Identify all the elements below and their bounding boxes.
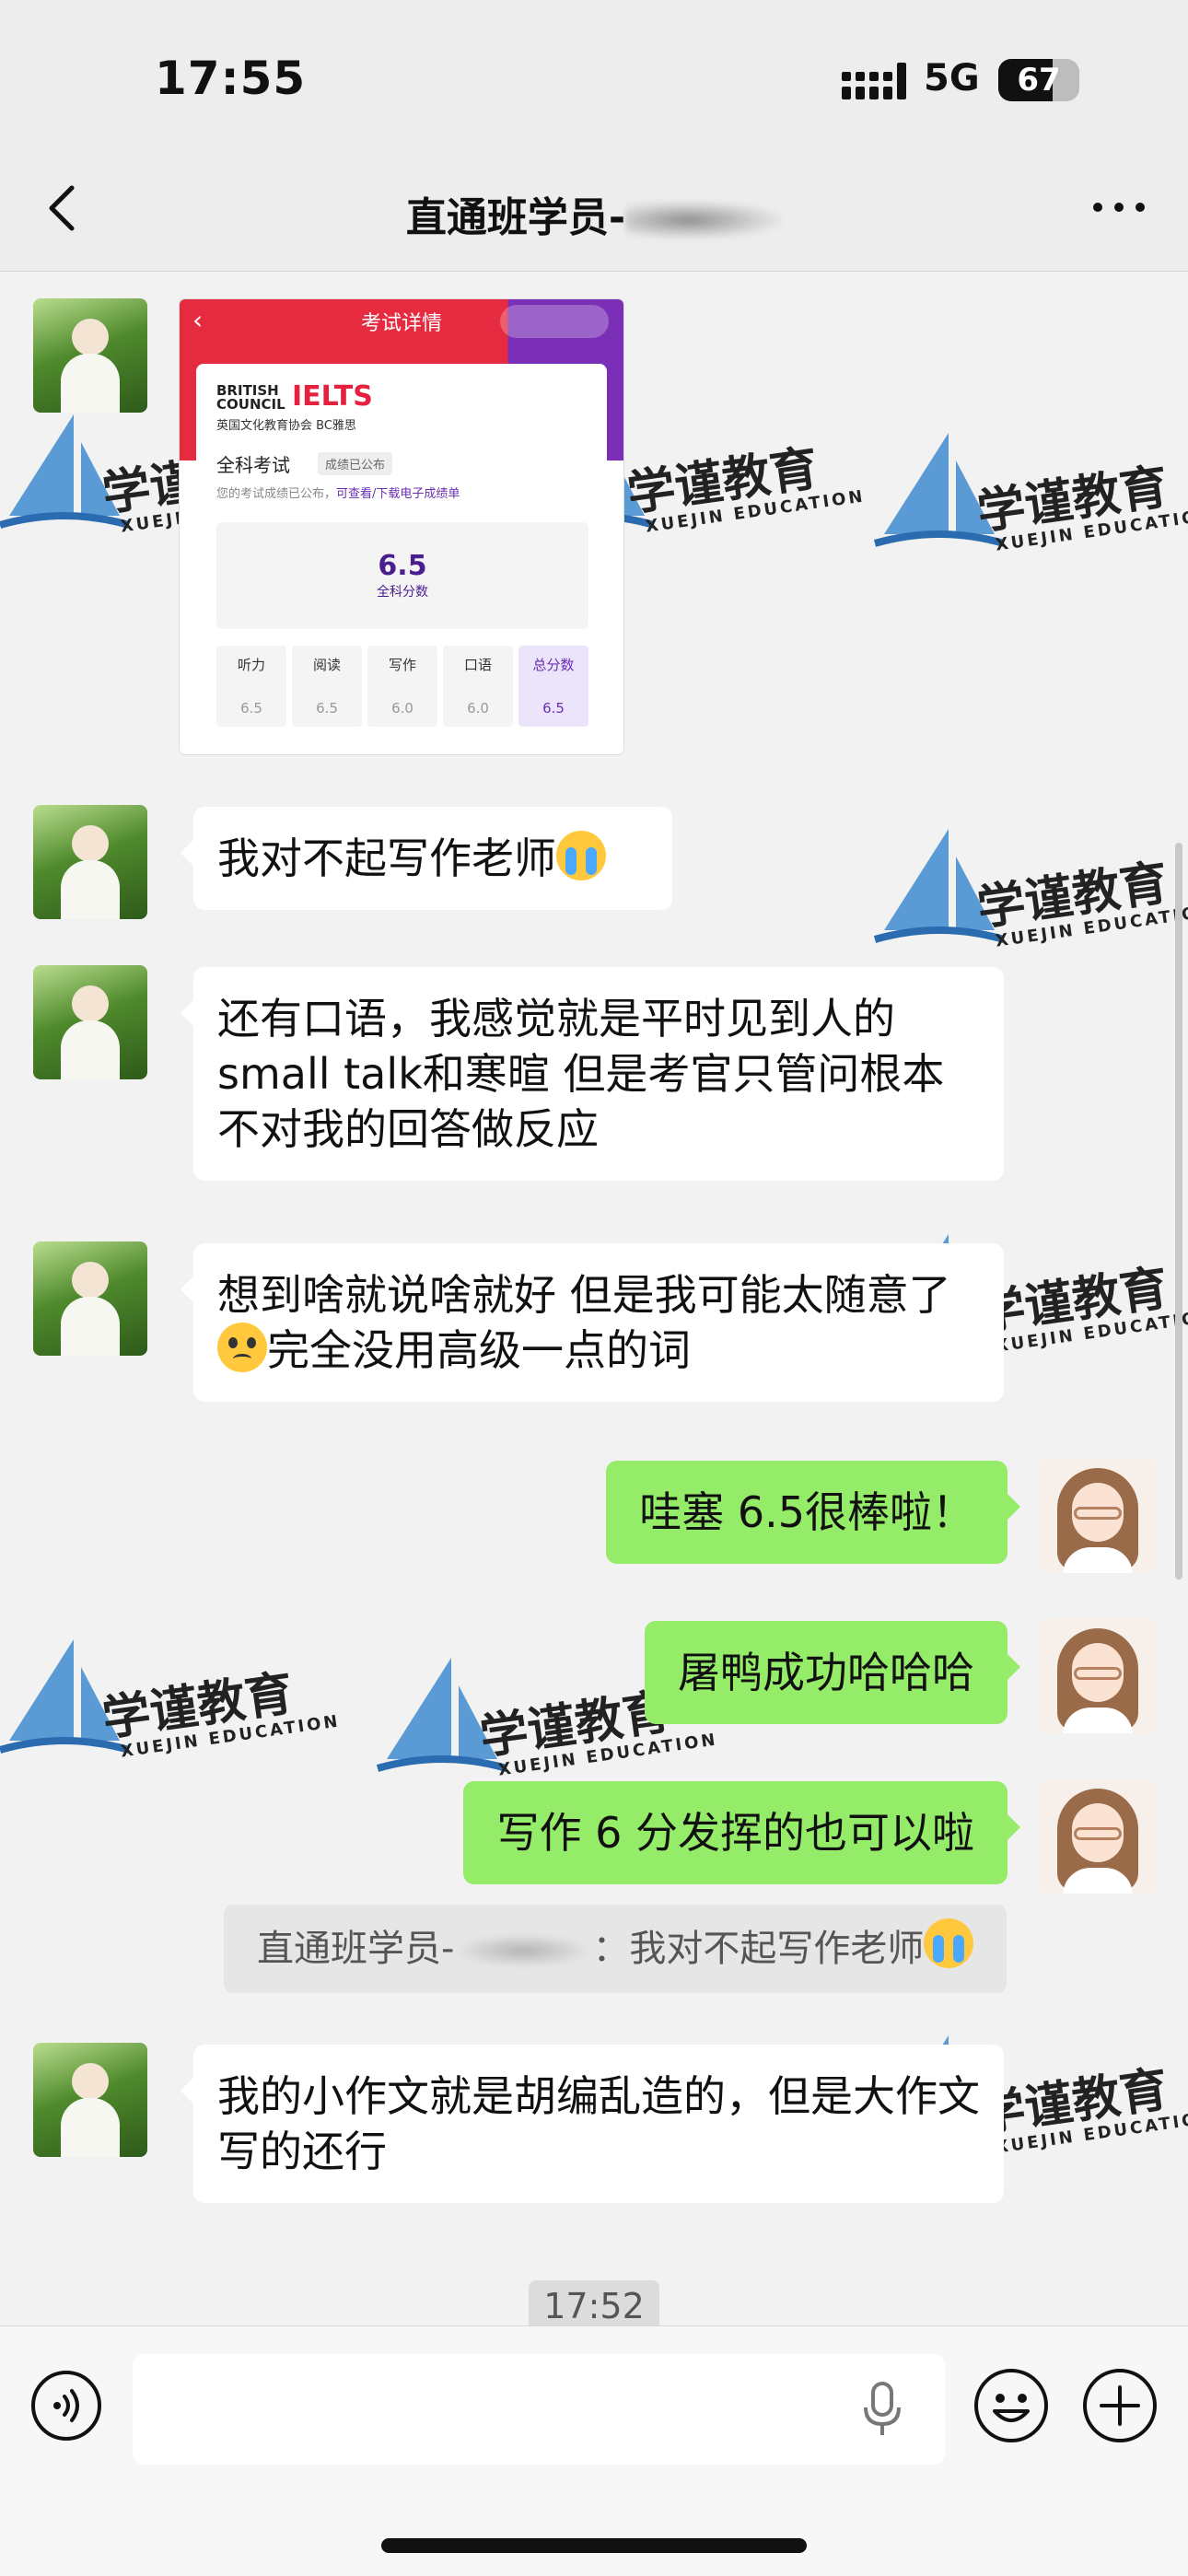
message-bubble-in[interactable]: 我对不起写作老师	[181, 807, 672, 910]
scrollbar[interactable]	[1175, 843, 1182, 1579]
section-name: 总分数	[532, 657, 575, 673]
avatar[interactable]	[33, 805, 147, 919]
status-bar: 17:55 5G 67	[0, 0, 1188, 147]
section-score: 听力 6.5	[216, 646, 286, 727]
avatar[interactable]	[33, 2043, 147, 2157]
status-badge: 成绩已公布	[318, 452, 393, 475]
crying-emoji-icon	[924, 1918, 974, 1968]
ielts-brand-sub: 英国文化教育协会 BC雅思	[216, 419, 356, 433]
section-value: 6.0	[467, 700, 489, 717]
avatar[interactable]	[1041, 1459, 1155, 1573]
section-name: 听力	[237, 657, 265, 673]
section-scores: 听力 6.5 阅读 6.5 写作 6.0 口语 6.0 总分数 6.5	[216, 646, 588, 727]
mic-icon[interactable]	[862, 2382, 903, 2437]
section-value: 6.5	[316, 700, 338, 717]
signal-icon	[842, 63, 906, 99]
more-dots-icon[interactable]	[1087, 184, 1151, 230]
avatar[interactable]	[33, 1241, 147, 1356]
message-input[interactable]	[133, 2354, 945, 2465]
message-text: 写作 6 分发挥的也可以啦	[496, 1808, 974, 1858]
chat-title-text: 直通班学员-	[405, 194, 626, 241]
blurred-name	[625, 201, 783, 239]
message-timestamp: 17:52	[529, 2280, 659, 2332]
message-text: 还有口语，我感觉就是平时见到人的small talk和寒暄 但是考官只管问根本不…	[217, 994, 945, 1154]
message-bubble-in[interactable]: 想到啥就说啥就好 但是我可能太随意了完全没用高级一点的词	[181, 1243, 1004, 1402]
avatar[interactable]	[1041, 1619, 1155, 1733]
section-name: 写作	[388, 657, 416, 673]
voice-icon[interactable]	[29, 2369, 103, 2442]
nav-bar: 直通班学员-	[0, 147, 1188, 272]
message-bubble-out[interactable]: 屠鸭成功哈哈哈	[645, 1621, 1020, 1724]
exam-title: 全科考试	[216, 454, 290, 476]
blurred-name	[454, 1934, 593, 1967]
message-bubble-out[interactable]: 写作 6 分发挥的也可以啦	[463, 1781, 1020, 1884]
overall-score-label: 全科分数	[377, 585, 428, 600]
worried-emoji-icon	[217, 1323, 267, 1372]
avatar[interactable]	[33, 298, 147, 413]
message-text: 屠鸭成功哈哈哈	[678, 1648, 974, 1697]
message-bubble-in[interactable]: 我的小作文就是胡编乱造的，但是大作文写的还行	[181, 2045, 1004, 2203]
ielts-brand: IELTS	[292, 380, 373, 413]
download-link: 可查看/下载电子成绩单	[336, 487, 460, 501]
quoted-message[interactable]: 直通班学员- ：我对不起写作老师	[224, 1905, 1007, 1993]
section-value: 6.5	[542, 700, 565, 717]
network-type: 5G	[924, 57, 980, 99]
quote-sender: 直通班学员-	[257, 1928, 455, 1970]
avatar[interactable]	[33, 965, 147, 1079]
status-time: 17:55	[155, 52, 307, 105]
crying-emoji-icon	[556, 831, 606, 880]
battery-level: 67	[1017, 62, 1061, 99]
message-bubble-in[interactable]: 还有口语，我感觉就是平时见到人的small talk和寒暄 但是考官只管问根本不…	[181, 967, 1004, 1181]
overall-score: 6.5	[378, 550, 427, 582]
section-score: 写作 6.0	[367, 646, 437, 727]
section-name: 阅读	[312, 657, 341, 673]
ielts-card-body: BRITISH COUNCIL IELTS 英国文化教育协会 BC雅思 全科考试 …	[196, 364, 607, 741]
section-value: 6.5	[240, 700, 262, 717]
section-score: 阅读 6.5	[292, 646, 362, 727]
miniprogram-capsule-icon	[500, 305, 609, 338]
emoji-icon[interactable]	[973, 2367, 1050, 2444]
section-score-total: 总分数 6.5	[518, 646, 588, 727]
overall-score-box: 6.5 全科分数	[216, 522, 588, 629]
section-score: 口语 6.0	[443, 646, 513, 727]
logo-line2: COUNCIL	[216, 396, 285, 413]
british-council-logo: BRITISH COUNCIL	[216, 384, 285, 412]
message-text: 我的小作文就是胡编乱造的，但是大作文写的还行	[217, 2071, 980, 2176]
exam-note: 您的考试成绩已公布，可查看/下载电子成绩单	[216, 484, 460, 501]
message-text: 我对不起写作老师	[217, 833, 556, 883]
section-name: 口语	[463, 657, 492, 673]
message-bubble-out[interactable]: 哇塞 6.5很棒啦！	[606, 1461, 1020, 1564]
section-value: 6.0	[391, 700, 413, 717]
exam-note-text: 您的考试成绩已公布，	[216, 487, 337, 501]
message-text: 完全没用高级一点的词	[267, 1325, 691, 1375]
battery-icon: 67	[998, 59, 1079, 101]
home-indicator[interactable]	[381, 2538, 807, 2553]
ielts-result-image[interactable]: ‹ 考试详情 BRITISH COUNCIL IELTS 英国文化教育协会 BC雅…	[180, 299, 623, 754]
message-text: 哇塞 6.5很棒啦！	[639, 1487, 974, 1537]
quote-text: ：我对不起写作老师	[592, 1928, 925, 1970]
plus-icon[interactable]	[1081, 2367, 1159, 2444]
message-text: 想到啥就说啥就好 但是我可能太随意了	[217, 1270, 951, 1320]
avatar[interactable]	[1041, 1779, 1155, 1894]
chat-title: 直通班学员-	[0, 184, 1188, 243]
